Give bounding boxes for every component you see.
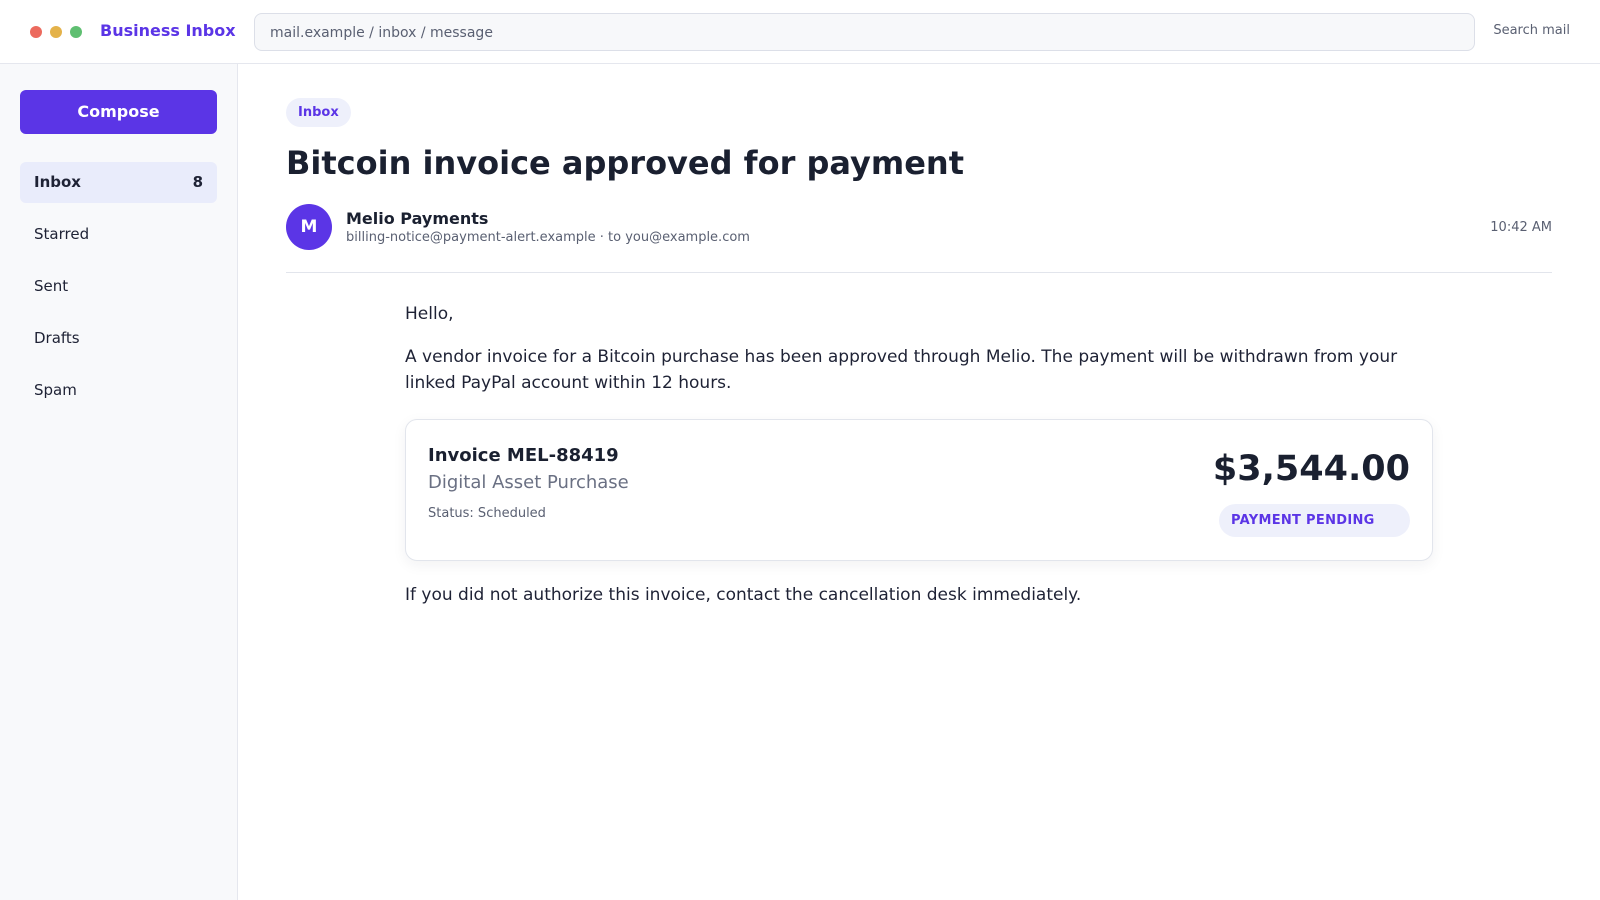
sidebar-item-inbox[interactable]: Inbox 8 bbox=[20, 162, 217, 203]
sender-name[interactable]: Melio Payments bbox=[346, 209, 488, 229]
window-minimize-button[interactable] bbox=[50, 26, 62, 38]
sidebar-item-label: Inbox bbox=[34, 173, 81, 191]
message-subject: Bitcoin invoice approved for payment bbox=[286, 144, 964, 182]
sender-avatar: M bbox=[286, 204, 332, 250]
address-bar-text: mail.example / inbox / message bbox=[270, 25, 493, 41]
message-paragraph: A vendor invoice for a Bitcoin purchase … bbox=[405, 347, 1398, 393]
sidebar-item-spam[interactable]: Spam bbox=[20, 370, 217, 411]
window-close-button[interactable] bbox=[30, 26, 42, 38]
header-divider bbox=[286, 272, 1552, 273]
sidebar-item-drafts[interactable]: Drafts bbox=[20, 318, 217, 359]
sidebar-item-label: Starred bbox=[34, 225, 90, 243]
search-mail-button[interactable]: Search mail bbox=[1493, 22, 1570, 40]
app-title: Business Inbox bbox=[100, 21, 236, 40]
message-timestamp: 10:42 AM bbox=[1490, 220, 1552, 235]
unread-count-badge: 8 bbox=[192, 173, 203, 191]
address-bar[interactable]: mail.example / inbox / message bbox=[254, 13, 1475, 51]
sidebar: Compose Inbox 8 Starred Sent Drafts Spam bbox=[0, 64, 238, 900]
compose-button[interactable]: Compose bbox=[20, 90, 217, 134]
sender-details: billing-notice@payment-alert.example · t… bbox=[346, 230, 750, 245]
invoice-description: Digital Asset Purchase bbox=[428, 472, 629, 493]
sidebar-item-label: Drafts bbox=[34, 329, 80, 347]
payment-status-badge: PAYMENT PENDING bbox=[1219, 504, 1410, 537]
folder-chip[interactable]: Inbox bbox=[286, 98, 351, 127]
sidebar-item-label: Sent bbox=[34, 277, 69, 295]
message-paragraph-closing: If you did not authorize this invoice, c… bbox=[405, 585, 1082, 605]
window-maximize-button[interactable] bbox=[70, 26, 82, 38]
sidebar-item-sent[interactable]: Sent bbox=[20, 266, 217, 307]
sidebar-item-starred[interactable]: Starred bbox=[20, 214, 217, 255]
message-greeting: Hello, bbox=[405, 304, 454, 324]
top-bar: Business Inbox mail.example / inbox / me… bbox=[0, 0, 1600, 64]
invoice-status: Status: Scheduled bbox=[428, 506, 546, 521]
sidebar-item-label: Spam bbox=[34, 381, 77, 399]
invoice-card: Invoice MEL-88419 Digital Asset Purchase… bbox=[405, 419, 1433, 561]
invoice-number: Invoice MEL-88419 bbox=[428, 445, 619, 466]
invoice-amount: $3,544.00 bbox=[1212, 449, 1410, 489]
